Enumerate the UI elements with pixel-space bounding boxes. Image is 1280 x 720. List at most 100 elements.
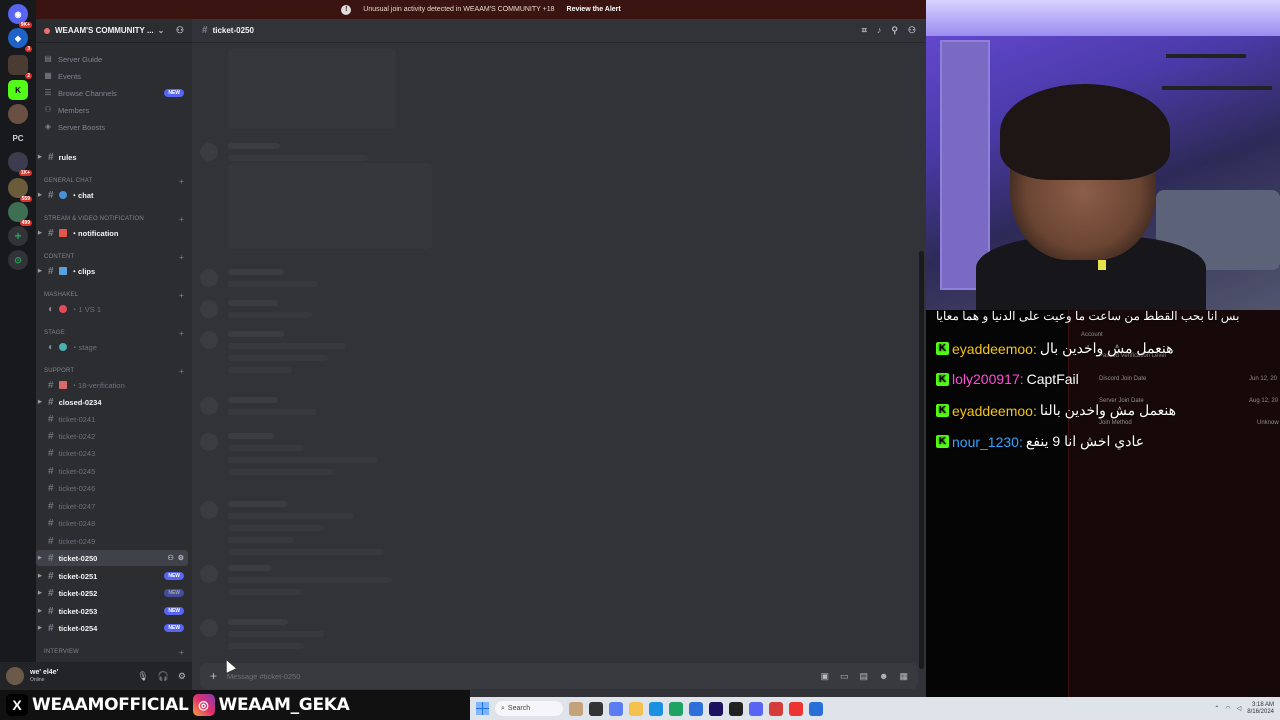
clock[interactable]: 3:18 AM 8/16/2024 [1247,702,1274,716]
server-icon[interactable]: 559 [8,178,32,202]
avatar[interactable] [6,667,24,685]
obs-icon[interactable] [729,701,743,716]
nav-members[interactable]: ⚇ Members [44,102,184,118]
channel-closed-0234[interactable]: ▶ # closed-0234 [36,394,188,410]
category-interview[interactable]: INTERVIEW + [44,646,184,658]
store-icon[interactable] [689,701,703,716]
stage-channel[interactable]: ◐ ・stage [36,339,188,355]
category-content[interactable]: CONTENT + [44,251,184,263]
add-channel-icon[interactable]: + [179,291,184,300]
server-icon[interactable]: 2 [8,55,32,79]
taskbar-search[interactable]: ⌕ Search [495,701,563,716]
server-icon[interactable]: 499 [8,202,32,226]
server-icon[interactable]: ◆ 3 [8,28,32,52]
channel-clips[interactable]: ▶ # ・clips [36,263,188,279]
file-explorer-icon[interactable] [629,701,643,716]
apps-icon[interactable]: ▦ [899,671,908,682]
add-channel-icon[interactable]: + [179,648,184,657]
channel-ticket[interactable]: # ticket-0243 [36,445,188,461]
threads-icon[interactable]: ⌗ [862,25,867,36]
category-support[interactable]: SUPPORT + [44,365,184,377]
chrome-icon[interactable] [669,701,683,716]
premiere-icon[interactable] [709,701,723,716]
chevron-up-icon[interactable]: ⌃ [1214,705,1219,712]
skeleton-line [228,343,346,349]
gift-icon[interactable]: ▣ [820,671,829,682]
add-channel-icon[interactable]: + [179,329,184,338]
invite-icon[interactable]: ⚇ [176,25,184,36]
add-attachment-icon[interactable]: + [210,669,217,683]
gear-icon[interactable]: ⚙ [178,671,186,682]
discord-taskbar-icon[interactable] [749,701,763,716]
voice-channel-1vs1[interactable]: ◐ ・1 VS 1 [36,301,188,317]
add-server-icon[interactable]: + [8,226,28,246]
skeleton-line [228,445,304,451]
channel-ticket[interactable]: # ticket-0242 [36,428,188,444]
taskbar-app-icon[interactable] [769,701,783,716]
channel-ticket[interactable]: ▶ # ticket-0252 NEW [36,585,188,601]
add-channel-icon[interactable]: + [179,253,184,262]
server-icon[interactable] [8,104,28,124]
invite-icon[interactable]: ⚇ [167,554,173,562]
taskbar-app-icon[interactable] [789,701,803,716]
channel-ticket[interactable]: # ticket-0245 [36,463,188,479]
taskbar-app-icon[interactable] [809,701,823,716]
channel-ticket[interactable]: ▶ # ticket-0253 NEW [36,603,188,619]
discover-icon[interactable]: ⊙ [8,250,28,270]
kick-server-icon[interactable]: K [8,80,28,100]
discord-home-icon[interactable]: ◉ 9K+ [8,4,32,28]
edge-icon[interactable] [649,701,663,716]
pc-server-icon[interactable]: PC [8,128,28,148]
sticker-icon[interactable]: ▤ [859,671,868,682]
expand-arrow-icon: ▶ [38,573,42,579]
channel-notification[interactable]: ▶ # ・notification [36,225,188,241]
category-mashakel[interactable]: MASHAKEL + [44,289,184,301]
channel-ticket[interactable]: # ticket-0248 [36,515,188,531]
message-input[interactable] [227,671,811,681]
gear-icon[interactable]: ⚙ [178,554,184,562]
task-view-icon[interactable] [589,701,603,716]
nav-server-boosts[interactable]: ◈ Server Boosts [44,119,184,135]
channel-label: ・stage [71,342,97,352]
category-stream[interactable]: STREAM & VIDEO NOTIFICATION + [44,213,184,225]
taskbar-app-icon[interactable] [569,701,583,716]
add-channel-icon[interactable]: + [179,367,184,376]
category-general-chat[interactable]: GENERAL CHAT + [44,175,184,187]
taskbar-app-icon[interactable] [609,701,623,716]
scrollbar[interactable] [919,251,924,669]
category-stage[interactable]: STAGE + [44,327,184,339]
user-info[interactable]: we' el4e' Online [30,669,58,683]
nav-browse-channels[interactable]: ☰ Browse Channels NEW [44,85,184,101]
channel-rules[interactable]: ▶ # rules [36,149,188,165]
add-channel-icon[interactable]: + [179,215,184,224]
volume-icon[interactable]: ◁ [1237,705,1242,712]
review-alert-link[interactable]: Review the Alert [567,6,621,13]
channel-ticket[interactable]: ▶ # ticket-0251 NEW [36,568,188,584]
pin-icon[interactable]: ⚲ [891,25,898,36]
emoji-icon[interactable]: ☻ [879,671,888,682]
channel-chat[interactable]: ▶ # ・chat [36,187,188,203]
channel-verification[interactable]: # ・18-verification [36,377,188,393]
nav-events[interactable]: ▦ Events [44,68,184,84]
gif-icon[interactable]: ▭ [840,671,849,682]
channel-ticket[interactable]: # ticket-0249 [36,533,188,549]
member-list-icon[interactable]: ⚇ [908,25,916,36]
channel-ticket[interactable]: ▶ # ticket-0254 NEW [36,620,188,636]
microphone-icon[interactable]: 🎙 [137,671,148,682]
nav-server-guide[interactable]: ▤ Server Guide [44,51,184,67]
server-icon[interactable]: 1K+ [8,152,32,176]
headphones-icon[interactable]: 🎧 [158,671,169,682]
chat-message-text: هنعمل مش واخدين بالنا [1039,402,1177,418]
skeleton-avatar [200,331,218,349]
channel-ticket[interactable]: # ticket-0241 [36,411,188,427]
channel-label: ticket-0253 [58,606,98,616]
channel-label: ・chat [70,190,94,200]
bell-icon[interactable]: ♪ [877,25,882,36]
windows-start-icon[interactable] [476,702,489,715]
guild-header[interactable]: WEAAM'S COMMUNITY ... ⌄ ⚇ [36,19,192,43]
wifi-icon[interactable]: ◠ [1225,705,1230,712]
channel-ticket[interactable]: # ticket-0247 [36,498,188,514]
channel-ticket[interactable]: # ticket-0246 [36,480,188,496]
channel-ticket-selected[interactable]: ▶ # ticket-0250 ⚇ ⚙ [36,550,188,566]
add-channel-icon[interactable]: + [179,177,184,186]
